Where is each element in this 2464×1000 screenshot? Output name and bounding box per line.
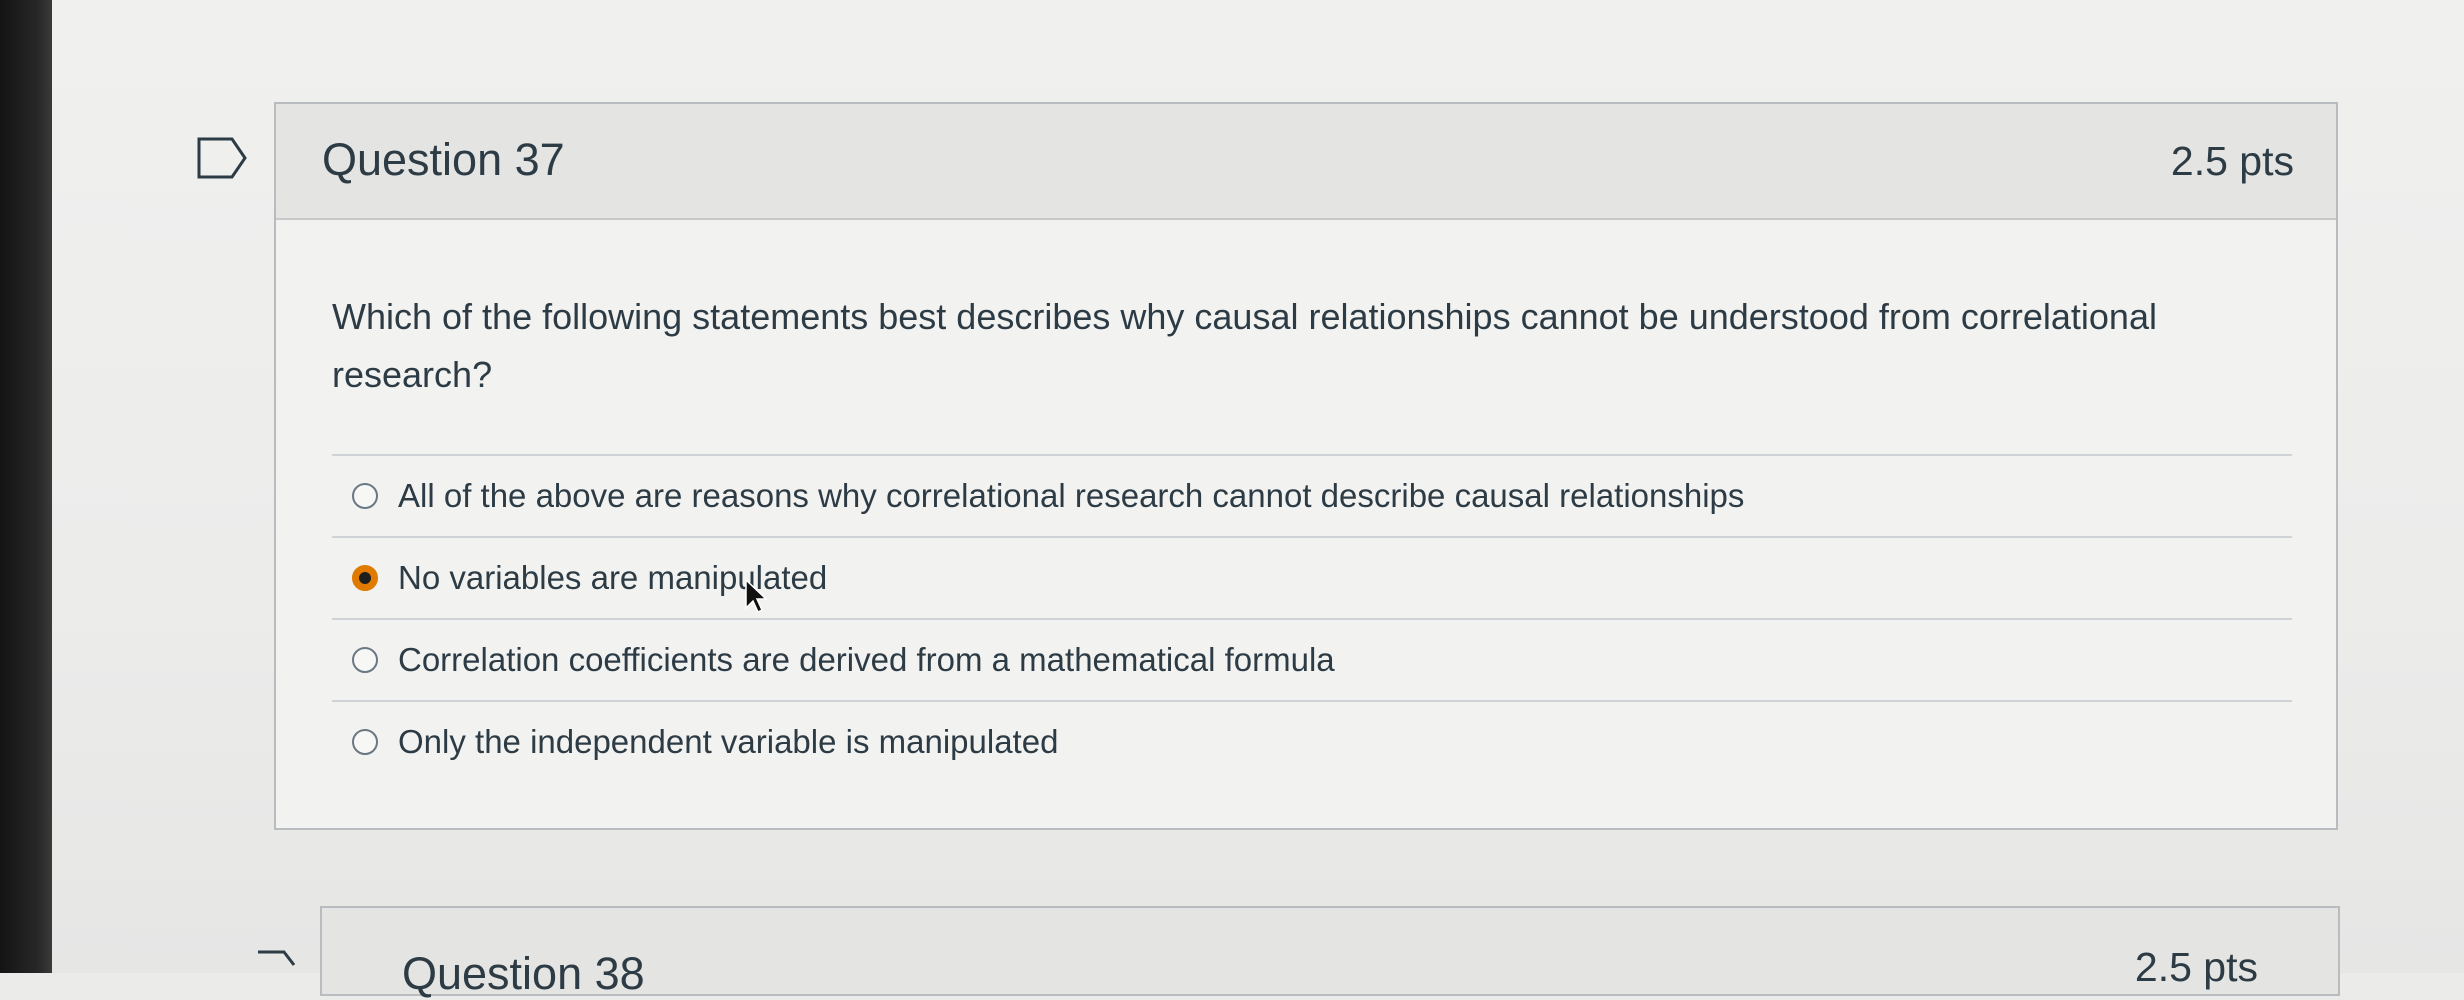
question-header: Question 37 2.5 pts	[276, 104, 2336, 220]
question-points: 2.5 pts	[2170, 138, 2294, 184]
answer-option[interactable]: Correlation coefficients are derived fro…	[332, 618, 2292, 700]
flag-icon[interactable]	[256, 950, 296, 980]
next-question-title: Question 38	[402, 948, 645, 999]
monitor-bezel	[0, 0, 52, 973]
answer-label: Correlation coefficients are derived fro…	[398, 641, 1335, 678]
radio-button[interactable]	[352, 647, 378, 673]
radio-button[interactable]	[352, 729, 378, 755]
question-title: Question 37	[322, 134, 565, 185]
answer-option[interactable]: No variables are manipulated	[332, 536, 2292, 618]
next-question-card: Question 38 2.5 pts	[320, 906, 2340, 999]
answer-label: All of the above are reasons why correla…	[398, 477, 1745, 514]
radio-button-selected[interactable]	[352, 565, 378, 591]
answer-option[interactable]: All of the above are reasons why correla…	[332, 454, 2292, 536]
question-text: Which of the following statements best d…	[332, 296, 2157, 395]
flag-icon[interactable]	[196, 136, 248, 180]
answer-label: Only the independent variable is manipul…	[398, 723, 1059, 760]
cursor-icon	[745, 578, 768, 614]
answer-option[interactable]: Only the independent variable is manipul…	[332, 700, 2292, 782]
next-question-points: 2.5 pts	[2134, 944, 2258, 990]
question-card: Question 37 2.5 pts Which of the followi…	[274, 102, 2338, 830]
radio-button[interactable]	[352, 483, 378, 509]
answer-list: All of the above are reasons why correla…	[332, 454, 2292, 782]
